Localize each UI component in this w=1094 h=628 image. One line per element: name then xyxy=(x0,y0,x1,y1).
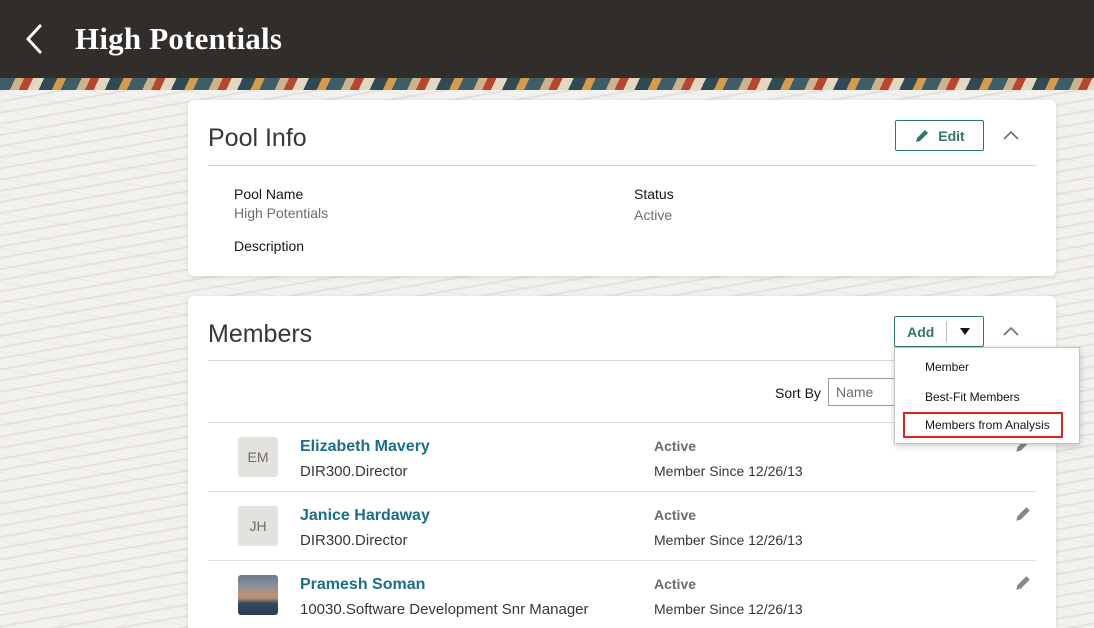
pencil-icon xyxy=(1016,576,1030,590)
member-job: DIR300.Director xyxy=(300,532,408,549)
members-card: Members Add Sort By EM Elizabeth Mavery … xyxy=(188,296,1056,628)
collapse-members-button[interactable] xyxy=(996,316,1026,346)
member-status: Active xyxy=(654,576,697,592)
member-name-link[interactable]: Janice Hardaway xyxy=(300,507,430,525)
status-label: Status xyxy=(634,186,674,202)
menu-item-members-from-analysis[interactable]: Members from Analysis xyxy=(903,412,1063,438)
banner-decoration xyxy=(0,78,1094,90)
pencil-icon xyxy=(1016,507,1030,521)
member-since: Member Since 12/26/13 xyxy=(654,463,803,479)
pencil-icon xyxy=(916,129,929,142)
edit-member-button[interactable] xyxy=(1014,505,1036,527)
pool-name-value: High Potentials xyxy=(234,205,329,221)
pool-info-title: Pool Info xyxy=(208,124,307,152)
member-row[interactable]: Pramesh Soman 10030.Software Development… xyxy=(208,560,1036,628)
chevron-up-icon xyxy=(1003,326,1019,336)
avatar: JH xyxy=(238,506,278,546)
sort-by-label: Sort By xyxy=(775,385,821,401)
member-name-link[interactable]: Pramesh Soman xyxy=(300,576,425,594)
member-row[interactable]: JH Janice Hardaway DIR300.Director Activ… xyxy=(208,491,1036,560)
menu-item-best-fit-members[interactable]: Best-Fit Members xyxy=(903,384,1063,410)
add-dropdown-toggle[interactable] xyxy=(947,328,983,335)
description-label: Description xyxy=(234,238,305,254)
member-since: Member Since 12/26/13 xyxy=(654,601,803,617)
pool-name-label: Pool Name xyxy=(234,186,304,202)
member-name-link[interactable]: Elizabeth Mavery xyxy=(300,438,430,456)
member-job: 10030.Software Development Snr Manager xyxy=(300,601,589,618)
edit-button[interactable]: Edit xyxy=(895,120,984,151)
edit-button-label: Edit xyxy=(938,127,965,144)
add-button[interactable]: Add xyxy=(894,316,984,347)
chevron-up-icon xyxy=(1003,130,1019,140)
member-status: Active xyxy=(654,438,697,454)
member-status: Active xyxy=(654,507,697,523)
top-header: High Potentials xyxy=(0,0,1094,78)
chevron-left-icon xyxy=(26,24,42,54)
caret-down-icon xyxy=(960,328,971,335)
member-since: Member Since 12/26/13 xyxy=(654,532,803,548)
add-button-label: Add xyxy=(907,323,935,340)
avatar-photo xyxy=(238,575,278,615)
pool-info-card: Pool Info Edit Pool Name High Potentials… xyxy=(188,100,1056,276)
edit-member-button[interactable] xyxy=(1014,574,1036,596)
page-title: High Potentials xyxy=(75,21,283,56)
add-dropdown-menu: Member Best-Fit Members Members from Ana… xyxy=(894,347,1080,444)
avatar: EM xyxy=(238,437,278,477)
menu-item-member[interactable]: Member xyxy=(903,354,1063,380)
back-button[interactable] xyxy=(14,19,54,59)
pool-info-divider xyxy=(208,165,1036,166)
member-job: DIR300.Director xyxy=(300,463,408,480)
collapse-pool-info-button[interactable] xyxy=(996,120,1026,150)
members-title: Members xyxy=(208,320,313,348)
status-value: Active xyxy=(634,207,673,223)
